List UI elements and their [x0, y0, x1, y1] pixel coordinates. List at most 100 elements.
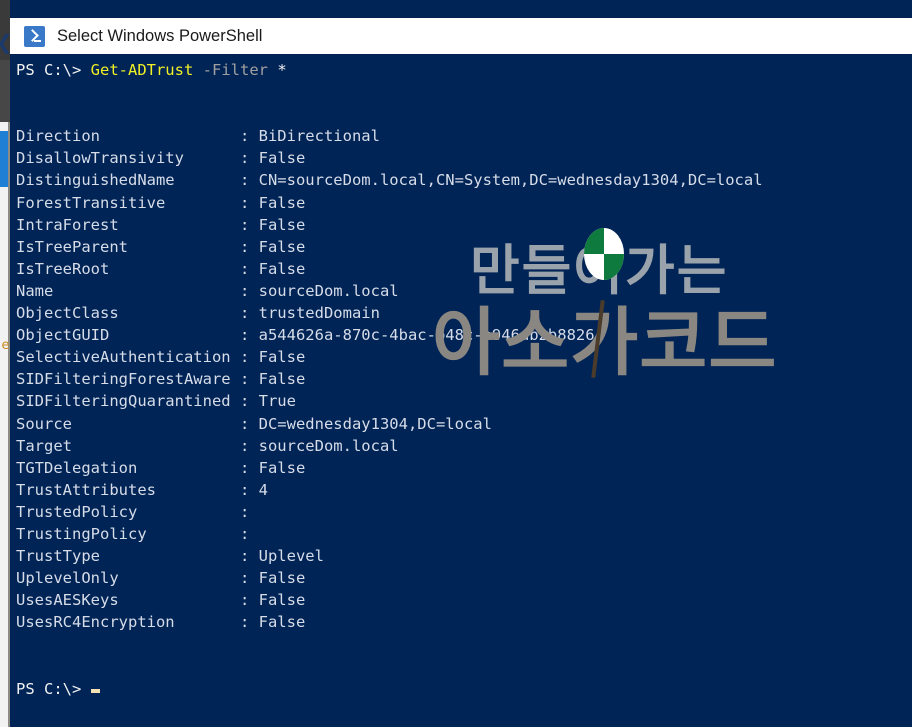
prompt-prefix: PS C:\>: [16, 61, 91, 79]
output-row: DisallowTransivity : False: [16, 147, 912, 169]
output-value: False: [258, 259, 306, 278]
output-separator: :: [239, 436, 259, 455]
window-titlebar[interactable]: Select Windows PowerShell: [10, 18, 912, 54]
output-property: TrustingPolicy: [16, 524, 240, 543]
output-property: SIDFilteringQuarantined: [16, 392, 240, 411]
output-row: Target : sourceDom.local: [16, 435, 912, 457]
output-row: SIDFilteringForestAware : False: [16, 368, 912, 390]
output-separator: :: [239, 281, 259, 300]
output-separator: :: [239, 370, 259, 389]
output-row: UsesAESKeys : False: [16, 589, 912, 611]
output-property: ObjectClass: [16, 304, 240, 323]
output-value: False: [258, 215, 306, 234]
output-separator: :: [239, 569, 259, 588]
output-separator: :: [239, 591, 259, 610]
console-surface[interactable]: PS C:\> Get-ADTrust -Filter * Direction …: [10, 54, 912, 727]
output-separator: :: [239, 149, 259, 168]
output-property: TrustType: [16, 547, 240, 566]
output-value: False: [258, 149, 306, 168]
output-separator: :: [239, 326, 259, 345]
output-row: TrustType : Uplevel: [16, 545, 912, 567]
output-property: IntraForest: [16, 215, 240, 234]
output-value: sourceDom.local: [258, 281, 399, 300]
console-text-area: PS C:\> Get-ADTrust -Filter * Direction …: [10, 54, 912, 700]
output-property: Target: [16, 436, 240, 455]
output-property: Source: [16, 414, 240, 433]
output-row: Name : sourceDom.local: [16, 280, 912, 302]
command-parameter: -Filter: [202, 61, 268, 79]
output-value: False: [258, 348, 306, 367]
output-value: False: [258, 591, 306, 610]
output-value: False: [258, 237, 306, 256]
output-property: ForestTransitive: [16, 193, 240, 212]
output-value: False: [258, 569, 306, 588]
output-separator: :: [239, 259, 259, 278]
command-argument: *: [267, 61, 287, 79]
output-row: DistinguishedName : CN=sourceDom.local,C…: [16, 169, 912, 191]
output-value: False: [258, 370, 306, 389]
output-row: TrustingPolicy :: [16, 523, 912, 545]
output-property: UplevelOnly: [16, 569, 240, 588]
output-row: Source : DC=wednesday1304,DC=local: [16, 413, 912, 435]
output-property: IsTreeRoot: [16, 259, 240, 278]
output-value: False: [258, 458, 306, 477]
background-window-second: [0, 60, 10, 122]
output-property: IsTreeParent: [16, 237, 240, 256]
powershell-icon: [24, 25, 45, 47]
output-value: trustedDomain: [258, 304, 380, 323]
output-value: 4: [258, 480, 268, 499]
output-value: False: [258, 613, 306, 632]
output-property: Direction: [16, 127, 240, 146]
output-separator: :: [239, 524, 259, 543]
output-property: UsesRC4Encryption: [16, 613, 240, 632]
output-value: CN=sourceDom.local,CN=System,DC=wednesda…: [258, 171, 763, 190]
output-separator: :: [239, 193, 259, 212]
output-separator: :: [239, 127, 259, 146]
output-row: TrustedPolicy :: [16, 501, 912, 523]
output-row: SelectiveAuthentication : False: [16, 346, 912, 368]
output-property: UsesAESKeys: [16, 591, 240, 610]
output-value: True: [258, 392, 296, 411]
output-property: SIDFilteringForestAware: [16, 370, 240, 389]
chevron-left-icon: ❮: [0, 31, 13, 53]
output-row: IsTreeRoot : False: [16, 258, 912, 280]
output-separator: :: [239, 613, 259, 632]
output-row: UsesRC4Encryption : False: [16, 611, 912, 633]
watermark-logo-icon: [584, 228, 624, 280]
output-property: ObjectGUID: [16, 326, 240, 345]
output-value: Uplevel: [258, 547, 324, 566]
command-line: PS C:\> Get-ADTrust -Filter *: [16, 59, 912, 81]
output-value: a544626a-870c-4bac-b48c-a946ab2b8826: [258, 326, 595, 345]
output-separator: :: [239, 480, 259, 499]
output-separator: :: [239, 171, 259, 190]
output-separator: :: [239, 215, 259, 234]
output-row: TrustAttributes : 4: [16, 479, 912, 501]
output-row: Direction : BiDirectional: [16, 125, 912, 147]
output-row: SIDFilteringQuarantined : True: [16, 390, 912, 412]
final-prompt-line: PS C:\>: [16, 678, 912, 700]
output-separator: :: [239, 304, 259, 323]
output-property: SelectiveAuthentication: [16, 348, 240, 367]
output-separator: :: [239, 547, 259, 566]
final-prompt-prefix: PS C:\>: [16, 679, 91, 698]
output-value: False: [258, 193, 306, 212]
output-separator: :: [239, 458, 259, 477]
window-title: Select Windows PowerShell: [57, 26, 263, 45]
output-separator: :: [239, 237, 259, 256]
output-property: Name: [16, 281, 240, 300]
output-row: IsTreeParent : False: [16, 236, 912, 258]
output-property: TGTDelegation: [16, 458, 240, 477]
output-row: TGTDelegation : False: [16, 457, 912, 479]
output-row: UplevelOnly : False: [16, 567, 912, 589]
output-value: sourceDom.local: [258, 436, 399, 455]
output-value: DC=wednesday1304,DC=local: [258, 414, 492, 433]
screen-root: ❮ e Select Windows PowerShell PS C:\> Ge…: [0, 0, 912, 727]
output-row: ForestTransitive : False: [16, 192, 912, 214]
output-value: BiDirectional: [258, 127, 380, 146]
output-separator: :: [239, 348, 259, 367]
output-separator: :: [239, 502, 259, 521]
output-property: DistinguishedName: [16, 171, 240, 190]
